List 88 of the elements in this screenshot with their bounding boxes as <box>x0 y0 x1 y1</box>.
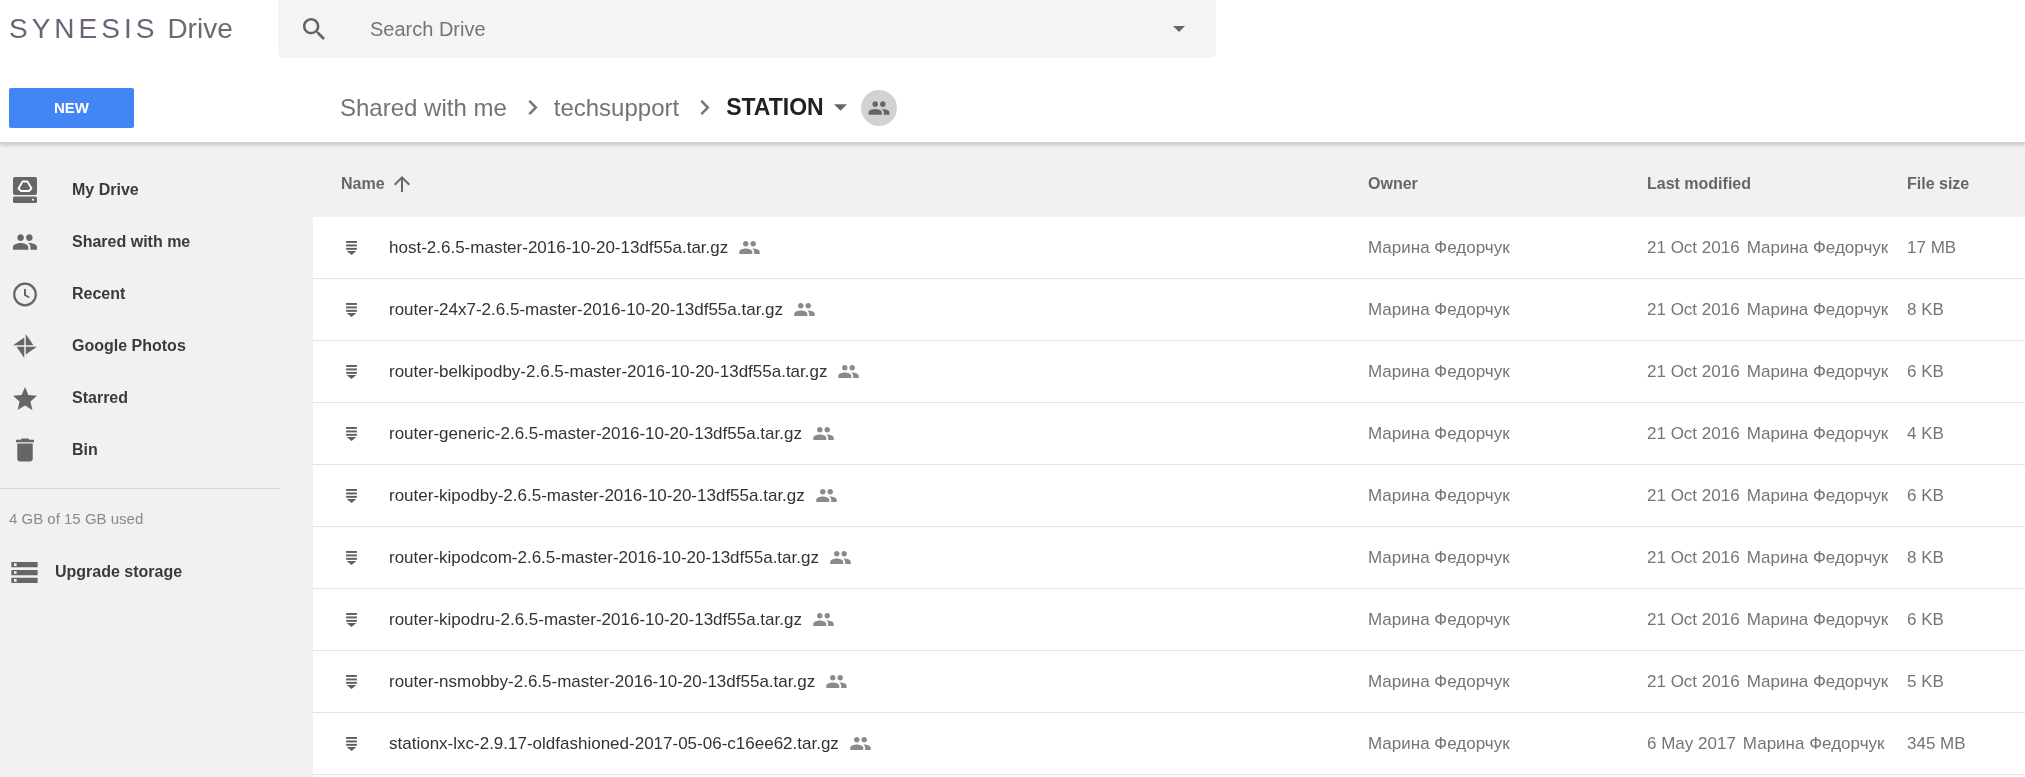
column-header[interactable]: Last modified <box>1647 175 1751 193</box>
column-header[interactable]: File size <box>1907 175 1970 193</box>
file-name: router-kipodru-2.6.5-master-2016-10-20-13df55a.tar.gz <box>389 609 802 630</box>
modified-date: 21 Oct 2016 <box>1647 299 1740 320</box>
owner-name: Марина Федорчук <box>1368 299 1510 319</box>
logo-text: SYNESIS <box>9 13 159 45</box>
sidebar-item[interactable]: My Drive <box>0 164 313 216</box>
column-header[interactable]: Name <box>341 175 410 193</box>
owner-name: Марина Федорчук <box>1368 237 1510 257</box>
search-field[interactable]: Search Drive <box>278 0 1216 58</box>
file-size: 17 MB <box>1907 237 1957 257</box>
sidebar-item[interactable]: Recent <box>0 268 313 320</box>
file-name: router-kipodcom-2.6.5-master-2016-10-20-13df55a.tar.gz <box>389 547 819 568</box>
archive-icon <box>346 426 357 441</box>
chevron-right-icon <box>527 100 538 115</box>
star-icon <box>13 386 37 410</box>
archive-icon <box>346 488 357 503</box>
file-size: 8 KB <box>1907 547 1944 567</box>
modifier-name: Марина Федорчук <box>1746 547 1889 568</box>
search-input[interactable]: Search Drive <box>370 14 1153 44</box>
modifier-name: Марина Федорчук <box>1742 733 1885 754</box>
file-size: 345 MB <box>1907 733 1966 753</box>
caret-icon <box>833 104 847 111</box>
modified-date: 21 Oct 2016 <box>1647 671 1740 692</box>
modified-date: 21 Oct 2016 <box>1647 609 1740 630</box>
file-size: 5 KB <box>1907 671 1944 691</box>
archive-icon <box>346 364 357 379</box>
upgrade-storage-link[interactable]: Upgrade storage <box>0 552 183 592</box>
modifier-name: Марина Федорчук <box>1746 237 1889 258</box>
owner-name: Марина Федорчук <box>1368 423 1510 443</box>
owner-name: Марина Федорчук <box>1368 609 1510 629</box>
owner-name: Марина Федорчук <box>1368 361 1510 381</box>
drive-icon <box>13 177 37 203</box>
people-icon <box>13 233 37 251</box>
modified-date: 21 Oct 2016 <box>1647 485 1740 506</box>
sidebar-item[interactable]: Google Photos <box>0 320 313 372</box>
breadcrumb-link[interactable]: Shared with me <box>340 93 507 122</box>
new-button[interactable]: NEW <box>9 87 134 128</box>
column-header[interactable]: Owner <box>1368 175 1418 193</box>
modified-date: 21 Oct 2016 <box>1647 547 1740 568</box>
file-size: 4 KB <box>1907 423 1944 443</box>
arrow-up-icon <box>393 176 410 192</box>
storage-icon <box>11 561 38 583</box>
people-icon[interactable] <box>860 89 897 126</box>
file-name: router-belkipodby-2.6.5-master-2016-10-20-13df55a.tar.gz <box>389 361 828 382</box>
file-name: router-24x7-2.6.5-master-2016-10-20-13df55a.tar.gz <box>389 299 784 320</box>
modified-date: 21 Oct 2016 <box>1647 237 1740 258</box>
product-name: Drive <box>167 13 233 45</box>
owner-name: Марина Федорчук <box>1368 547 1510 567</box>
modifier-name: Марина Федорчук <box>1746 485 1889 506</box>
file-name: host-2.6.5-master-2016-10-20-13df55a.tar.gz <box>389 237 729 258</box>
file-name: router-nsmobby-2.6.5-master-2016-10-20-13df55a.tar.gz <box>389 671 816 692</box>
modifier-name: Марина Федорчук <box>1746 299 1889 320</box>
file-size: 6 KB <box>1907 361 1944 381</box>
file-name: stationx-lxc-2.9.17-oldfashioned-2017-05-06-c16ee62.tar.gz <box>389 733 839 754</box>
sidebar-item[interactable]: Starred <box>0 372 313 424</box>
file-size: 8 KB <box>1907 299 1944 319</box>
file-name: router-kipodby-2.6.5-master-2016-10-20-13df55a.tar.gz <box>389 485 805 506</box>
file-size: 6 KB <box>1907 485 1944 505</box>
folder-menu-button[interactable]: STATION <box>726 94 847 121</box>
storage-usage-text: 4 GB of 15 GB used <box>9 510 144 527</box>
modifier-name: Марина Федорчук <box>1746 423 1889 444</box>
archive-icon <box>346 550 357 565</box>
archive-icon <box>346 674 357 689</box>
owner-name: Марина Федорчук <box>1368 733 1510 753</box>
file-name: router-generic-2.6.5-master-2016-10-20-13df55a.tar.gz <box>389 423 802 444</box>
modifier-name: Марина Федорчук <box>1746 609 1889 630</box>
breadcrumb-link[interactable]: techsupport <box>553 93 680 122</box>
clock-icon <box>13 281 37 307</box>
modified-date: 21 Oct 2016 <box>1647 423 1740 444</box>
caret-icon[interactable] <box>1173 26 1185 32</box>
pinwheel-icon <box>13 334 37 358</box>
sidebar-item[interactable]: Shared with me <box>0 216 313 268</box>
search-icon[interactable] <box>303 18 325 40</box>
archive-icon <box>346 240 357 255</box>
sidebar-item[interactable]: Bin <box>0 424 313 476</box>
archive-icon <box>346 612 357 627</box>
modifier-name: Марина Федорчук <box>1746 361 1889 382</box>
modifier-name: Марина Федорчук <box>1746 671 1889 692</box>
owner-name: Марина Федорчук <box>1368 485 1510 505</box>
owner-name: Марина Федорчук <box>1368 671 1510 691</box>
modified-date: 6 May 2017 <box>1647 733 1736 754</box>
trash-icon <box>16 438 34 462</box>
modified-date: 21 Oct 2016 <box>1647 361 1740 382</box>
archive-icon <box>346 736 357 751</box>
archive-icon <box>346 302 357 317</box>
chevron-right-icon <box>700 100 711 115</box>
file-size: 6 KB <box>1907 609 1944 629</box>
